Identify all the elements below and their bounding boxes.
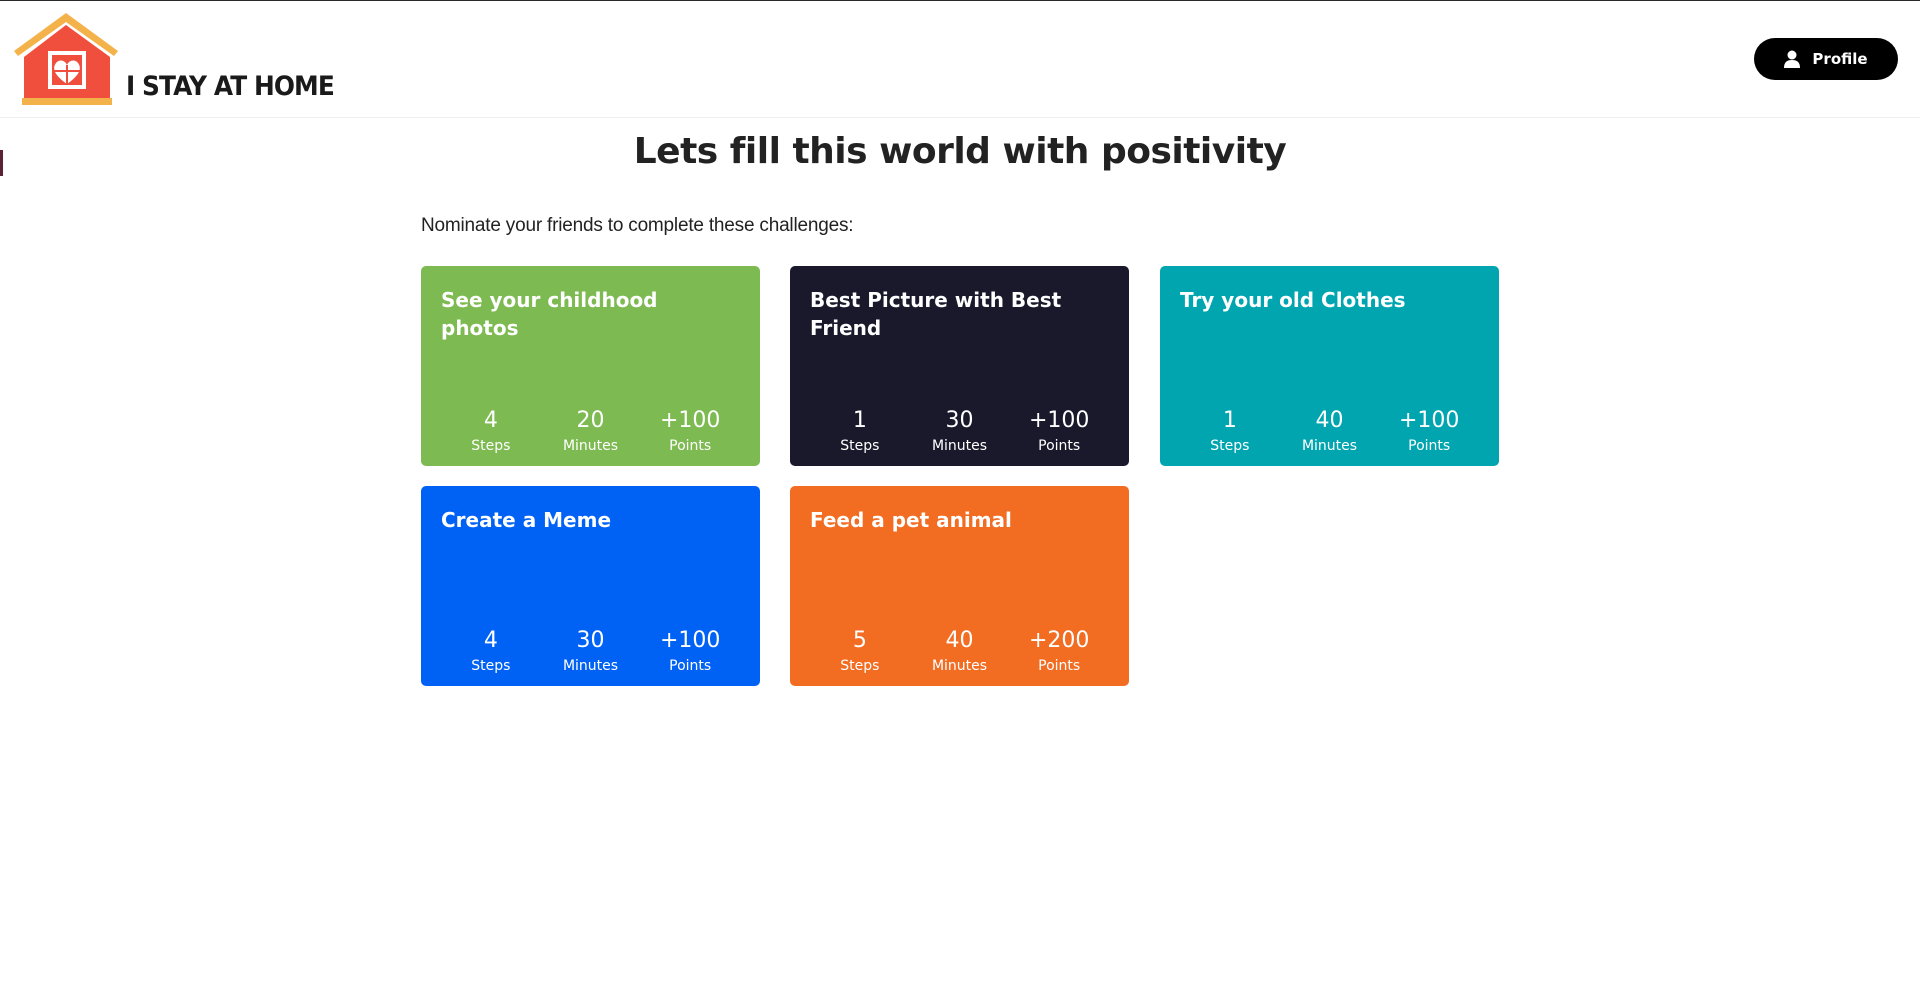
points-value: +100 <box>1028 408 1090 433</box>
minutes-stat: 40 Minutes <box>910 627 1010 676</box>
profile-button[interactable]: Profile <box>1754 38 1898 80</box>
points-value: +100 <box>1398 408 1460 433</box>
house-icon <box>14 13 118 105</box>
challenge-title: Best Picture with Best Friend <box>810 288 1062 340</box>
user-icon <box>1784 50 1801 68</box>
steps-label: Steps <box>471 438 511 454</box>
challenge-stats: 5 Steps 40 Minutes +200 Points <box>790 627 1129 676</box>
steps-label: Steps <box>840 438 880 454</box>
steps-value: 1 <box>852 408 867 433</box>
steps-value: 5 <box>852 628 867 653</box>
points-label: Points <box>1408 438 1451 454</box>
challenge-title: See your childhood photos <box>441 288 658 340</box>
points-label: Points <box>1038 658 1081 674</box>
minutes-stat: 40 Minutes <box>1280 407 1380 456</box>
minutes-value: 40 <box>1315 408 1344 433</box>
points-label: Points <box>669 438 712 454</box>
minutes-value: 30 <box>576 628 605 653</box>
page: I STAY AT HOME Profile Lets fill this wo… <box>0 0 1920 1002</box>
challenge-card[interactable]: Try your old Clothes 1 Steps 40 Minutes … <box>1160 266 1499 466</box>
challenge-stats: 4 Steps 20 Minutes +100 Points <box>421 407 760 456</box>
points-stat: +200 Points <box>1009 627 1109 676</box>
minutes-stat: 30 Minutes <box>541 627 641 676</box>
points-value: +100 <box>659 628 721 653</box>
steps-stat: 1 Steps <box>1180 407 1280 456</box>
points-stat: +100 Points <box>1009 407 1109 456</box>
page-title: Lets fill this world with positivity <box>633 131 1287 172</box>
challenge-stats: 1 Steps 30 Minutes +100 Points <box>790 407 1129 456</box>
minutes-label: Minutes <box>1301 438 1358 454</box>
points-stat: +100 Points <box>640 407 740 456</box>
points-stat: +100 Points <box>640 627 740 676</box>
challenge-title: Try your old Clothes <box>1180 288 1406 312</box>
challenge-card[interactable]: Feed a pet animal 5 Steps 40 Minutes +20… <box>790 486 1129 686</box>
minutes-label: Minutes <box>562 658 619 674</box>
steps-stat: 1 Steps <box>810 407 910 456</box>
points-label: Points <box>1038 438 1081 454</box>
minutes-label: Minutes <box>562 438 619 454</box>
points-stat: +100 Points <box>1379 407 1479 456</box>
minutes-value: 20 <box>576 408 605 433</box>
steps-stat: 5 Steps <box>810 627 910 676</box>
steps-label: Steps <box>471 658 511 674</box>
steps-value: 4 <box>483 408 498 433</box>
logo[interactable]: I STAY AT HOME <box>14 13 335 107</box>
challenge-title: Feed a pet animal <box>810 508 1012 532</box>
minutes-label: Minutes <box>931 658 988 674</box>
challenge-card[interactable]: See your childhood photos 4 Steps 20 Min… <box>421 266 760 466</box>
challenge-card[interactable]: Create a Meme 4 Steps 30 Minutes +100 Po… <box>421 486 760 686</box>
steps-stat: 4 Steps <box>441 627 541 676</box>
minutes-stat: 20 Minutes <box>541 407 641 456</box>
steps-label: Steps <box>840 658 880 674</box>
steps-value: 4 <box>483 628 498 653</box>
points-value: +100 <box>659 408 721 433</box>
header: I STAY AT HOME Profile <box>0 1 1920 118</box>
steps-stat: 4 Steps <box>441 407 541 456</box>
logo-text: I STAY AT HOME <box>126 71 335 102</box>
profile-button-label: Profile <box>1812 50 1868 68</box>
points-label: Points <box>669 658 712 674</box>
steps-label: Steps <box>1210 438 1250 454</box>
minutes-value: 40 <box>945 628 974 653</box>
challenge-stats: 1 Steps 40 Minutes +100 Points <box>1160 407 1499 456</box>
challenge-stats: 4 Steps 30 Minutes +100 Points <box>421 627 760 676</box>
minutes-value: 30 <box>945 408 974 433</box>
points-value: +200 <box>1028 628 1090 653</box>
steps-value: 1 <box>1222 408 1237 433</box>
challenge-card[interactable]: Best Picture with Best Friend 1 Steps 30… <box>790 266 1129 466</box>
minutes-stat: 30 Minutes <box>910 407 1010 456</box>
minutes-label: Minutes <box>931 438 988 454</box>
page-subtitle: Nominate your friends to complete these … <box>421 215 854 236</box>
challenge-title: Create a Meme <box>441 508 612 532</box>
